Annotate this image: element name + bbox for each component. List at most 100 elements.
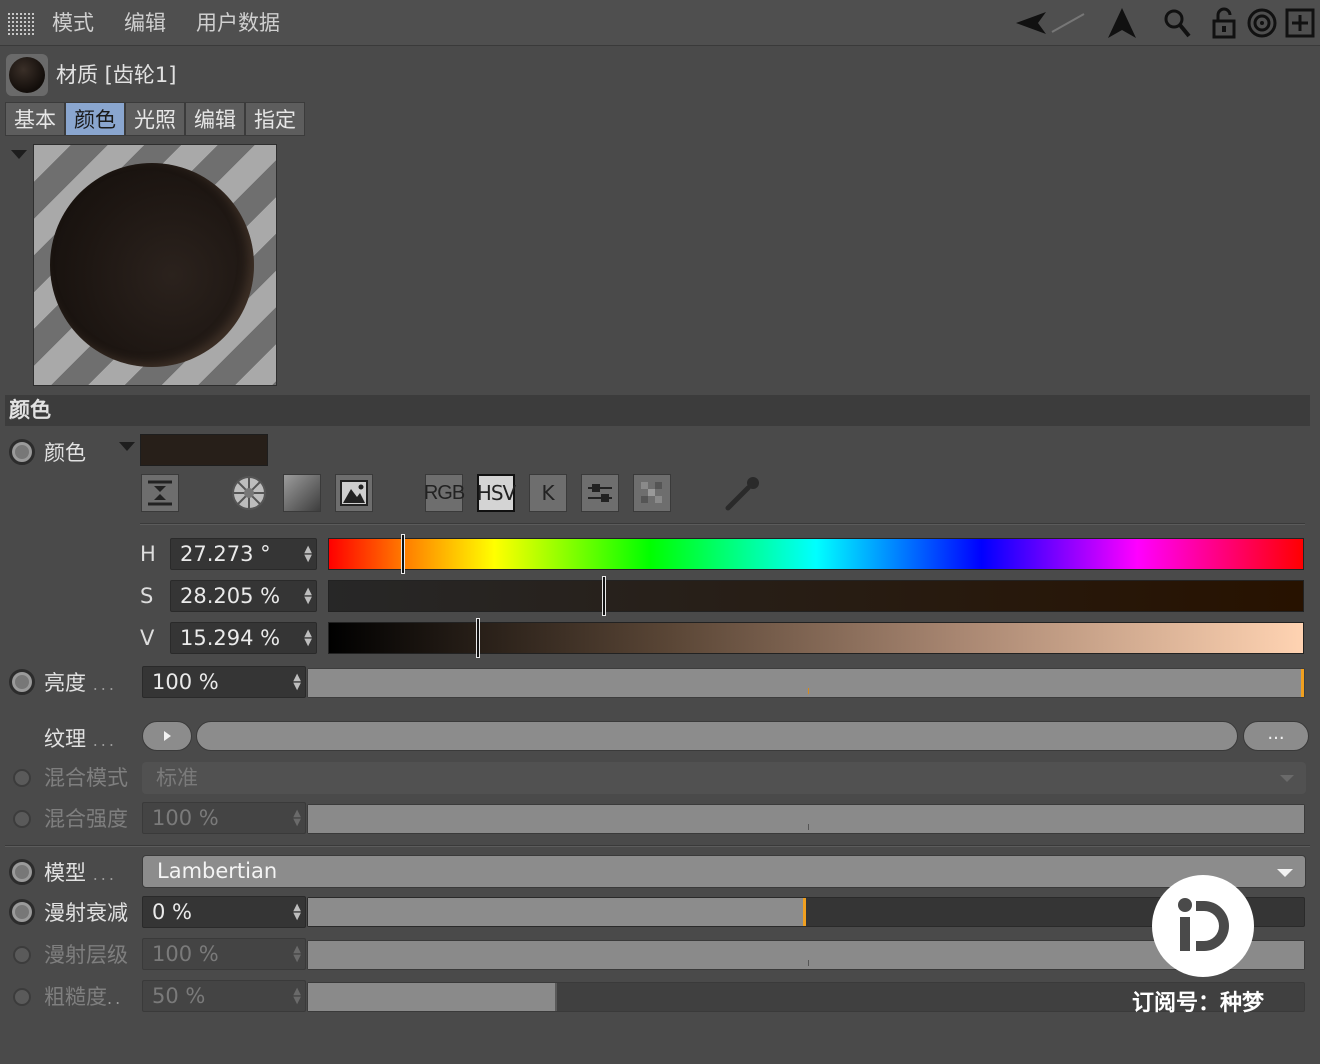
- texture-slot[interactable]: [196, 721, 1238, 751]
- blend-strength-slider[interactable]: [307, 804, 1305, 834]
- s-value-field[interactable]: 28.205 % ▲ ▼: [170, 580, 317, 612]
- rgb-mode-button[interactable]: RGB: [424, 474, 465, 512]
- color-anim-radio[interactable]: [9, 439, 35, 465]
- brightness-value: 100 %: [152, 670, 219, 694]
- roughness-field[interactable]: 50 % ▲ ▼: [142, 980, 306, 1012]
- model-anim-radio[interactable]: [9, 859, 35, 885]
- h-value-field[interactable]: 27.273 ° ▲ ▼: [170, 538, 317, 570]
- diffuse-falloff-anim-radio[interactable]: [9, 899, 35, 925]
- target-icon[interactable]: [1245, 6, 1279, 40]
- color-dropdown-icon[interactable]: [119, 442, 135, 451]
- brightness-fill: [308, 669, 1304, 697]
- dropdown-arrow-icon: [1277, 869, 1293, 877]
- model-dropdown[interactable]: Lambertian: [142, 855, 1306, 888]
- roughness-label: 粗糙度..: [44, 985, 124, 1009]
- texture-expand-button[interactable]: [142, 721, 192, 751]
- diffuse-level-radio[interactable]: [13, 946, 31, 964]
- diffuse-falloff-fill: [308, 898, 806, 926]
- lock-icon[interactable]: [1208, 6, 1242, 40]
- blend-strength-stepper-icon[interactable]: ▲ ▼: [293, 809, 301, 828]
- h-value: 27.273 °: [180, 542, 271, 566]
- search-icon[interactable]: [1160, 6, 1194, 40]
- roughness-radio[interactable]: [13, 988, 31, 1006]
- blend-strength-radio[interactable]: [13, 810, 31, 828]
- grid-icon[interactable]: [8, 11, 34, 35]
- color-label: 颜色: [44, 441, 86, 465]
- material-thumb: [6, 54, 48, 96]
- diffuse-level-fill: [308, 941, 1304, 969]
- diffuse-falloff-stepper-icon[interactable]: ▲ ▼: [293, 903, 301, 922]
- material-title: 材质 [齿轮1]: [56, 63, 177, 87]
- brightness-anim-radio[interactable]: [9, 669, 35, 695]
- menu-bar: 模式 编辑 用户数据: [0, 0, 1320, 46]
- divider: [5, 845, 1310, 847]
- color-wheel-icon[interactable]: [230, 474, 268, 512]
- blend-strength-label: 混合强度: [44, 807, 128, 831]
- brightness-slider[interactable]: [307, 668, 1305, 698]
- new-panel-icon[interactable]: [1283, 6, 1317, 40]
- s-slider-handle[interactable]: [602, 576, 606, 616]
- watermark-logo: [1152, 875, 1254, 977]
- mixer-icon[interactable]: [581, 474, 619, 512]
- h-stepper-icon[interactable]: ▲ ▼: [304, 545, 312, 564]
- diffuse-falloff-label: 漫射衰减: [44, 901, 128, 925]
- menu-user-data[interactable]: 用户数据: [196, 8, 280, 38]
- diffuse-falloff-field[interactable]: 0 % ▲ ▼: [142, 896, 306, 928]
- tab-assign[interactable]: 指定: [245, 102, 305, 136]
- color-swatch[interactable]: [140, 434, 268, 466]
- s-label: S: [140, 584, 154, 608]
- blend-strength-tick: [808, 824, 809, 830]
- v-slider[interactable]: [328, 618, 1304, 658]
- v-value-field[interactable]: 15.294 % ▲ ▼: [170, 622, 317, 654]
- brightness-tick: [808, 688, 809, 694]
- v-slider-handle[interactable]: [476, 618, 480, 658]
- image-picker-icon[interactable]: [335, 474, 373, 512]
- spectrum-icon[interactable]: [283, 474, 321, 512]
- material-preview: [33, 144, 277, 386]
- diffuse-falloff-value: 0 %: [152, 900, 192, 924]
- brightness-stepper-icon[interactable]: ▲ ▼: [293, 673, 301, 692]
- eyedropper-icon[interactable]: [722, 474, 762, 514]
- kelvin-mode-button[interactable]: K: [529, 474, 567, 512]
- watermark-text: 订阅号：种梦: [1132, 991, 1265, 1016]
- collapse-triangle-icon[interactable]: [11, 150, 27, 159]
- roughness-value: 50 %: [152, 984, 206, 1008]
- menu-edit[interactable]: 编辑: [124, 8, 166, 38]
- blend-mode-dropdown[interactable]: 标准: [142, 762, 1306, 794]
- tab-illumination[interactable]: 光照: [125, 102, 185, 136]
- swatches-icon[interactable]: [633, 474, 671, 512]
- section-header: 颜色: [5, 395, 1310, 426]
- back-arrow-icon[interactable]: [1012, 6, 1088, 40]
- diffuse-level-stepper-icon[interactable]: ▲ ▼: [293, 945, 301, 964]
- diffuse-level-label: 漫射层级: [44, 943, 128, 967]
- blend-mode-label: 混合模式: [44, 766, 128, 790]
- model-value: Lambertian: [157, 859, 278, 883]
- roughness-stepper-icon[interactable]: ▲ ▼: [293, 987, 301, 1006]
- hsv-mode-button[interactable]: HSV: [477, 474, 516, 512]
- play-icon: [163, 731, 171, 741]
- diffuse-level-field[interactable]: 100 % ▲ ▼: [142, 938, 306, 970]
- diffuse-level-value: 100 %: [152, 942, 219, 966]
- blend-strength-field[interactable]: 100 % ▲ ▼: [142, 802, 306, 834]
- dropdown-arrow-icon: [1280, 775, 1294, 782]
- h-slider[interactable]: [328, 534, 1304, 574]
- texture-more-button[interactable]: ...: [1243, 721, 1309, 751]
- v-stepper-icon[interactable]: ▲ ▼: [304, 629, 312, 648]
- tab-color[interactable]: 颜色: [65, 102, 125, 136]
- h-slider-handle[interactable]: [401, 534, 405, 574]
- s-stepper-icon[interactable]: ▲ ▼: [304, 587, 312, 606]
- compress-icon[interactable]: [141, 474, 179, 512]
- roughness-fill: [308, 983, 557, 1011]
- v-value: 15.294 %: [180, 626, 281, 650]
- brightness-field[interactable]: 100 % ▲ ▼: [142, 666, 306, 698]
- up-arrow-icon[interactable]: [1105, 6, 1139, 40]
- tab-editor[interactable]: 编辑: [185, 102, 245, 136]
- blend-strength-value: 100 %: [152, 806, 219, 830]
- blend-mode-radio[interactable]: [13, 769, 31, 787]
- s-slider[interactable]: [328, 576, 1304, 616]
- texture-label: 纹理 ...: [44, 727, 117, 751]
- menu-mode[interactable]: 模式: [52, 8, 94, 38]
- brightness-label: 亮度 ...: [44, 671, 117, 695]
- tab-basic[interactable]: 基本: [5, 102, 65, 136]
- h-label: H: [140, 542, 156, 566]
